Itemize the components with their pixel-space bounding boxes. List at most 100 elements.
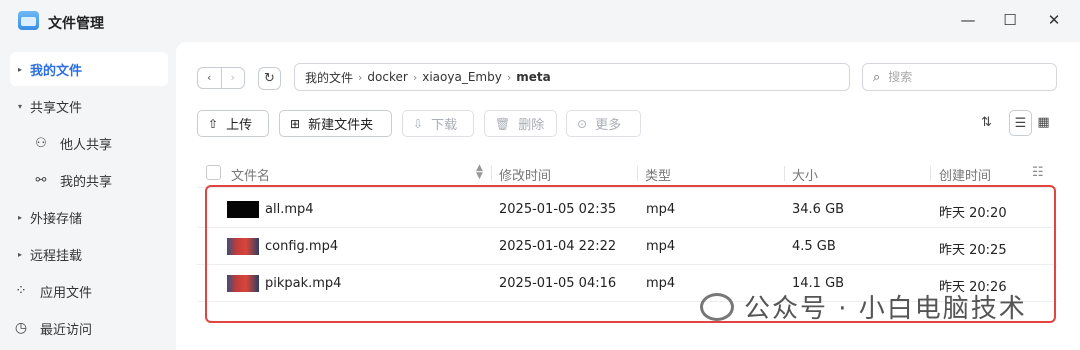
sidebar-item-external-storage[interactable]: ▸ 外接存储 bbox=[10, 200, 168, 234]
new-folder-icon: ⊞ bbox=[290, 116, 301, 131]
sidebar-item-recent[interactable]: ◷ 最近访问 bbox=[10, 311, 168, 345]
column-divider[interactable] bbox=[930, 166, 931, 181]
delete-button[interactable]: 🗑 删除 bbox=[484, 110, 557, 137]
column-header-size[interactable]: 大小 bbox=[792, 165, 818, 184]
breadcrumb-current: meta bbox=[516, 70, 551, 84]
video-thumbnail bbox=[227, 275, 259, 292]
table-header: 文件名 ▲ ▼ 修改时间 类型 大小 创建时间 ☷ bbox=[197, 160, 1057, 188]
trash-icon: 🗑 bbox=[495, 116, 511, 131]
grid-view-icon: ▦ bbox=[1037, 115, 1050, 130]
title-bar: 文件管理 — ☐ ✕ bbox=[0, 0, 1080, 42]
sidebar-item-label: 应用文件 bbox=[40, 285, 93, 301]
more-label: 更多 bbox=[595, 118, 622, 133]
sidebar-item-shared-files[interactable]: ▾ 共享文件 bbox=[10, 89, 168, 123]
video-thumbnail bbox=[227, 238, 259, 255]
download-label: 下载 bbox=[431, 118, 458, 133]
new-folder-label: 新建文件夹 bbox=[308, 118, 374, 133]
grid-view-button[interactable]: ▦ bbox=[1032, 110, 1055, 136]
search-box[interactable]: ⌕ bbox=[862, 63, 1057, 91]
file-created: 昨天 20:25 bbox=[939, 243, 1007, 258]
chevron-right-icon: ▸ bbox=[17, 212, 22, 222]
select-all-checkbox[interactable] bbox=[206, 165, 221, 180]
breadcrumb-item[interactable]: docker bbox=[367, 70, 407, 84]
upload-button[interactable]: ⇧ 上传 bbox=[197, 110, 269, 137]
minimize-button[interactable]: — bbox=[958, 10, 978, 30]
breadcrumb-item[interactable]: xiaoya_Emby bbox=[422, 70, 502, 84]
more-icon: ⊙ bbox=[577, 116, 588, 131]
close-button[interactable]: ✕ bbox=[1044, 10, 1064, 30]
video-thumbnail bbox=[227, 201, 259, 218]
sidebar-item-remote-mount[interactable]: ▸ 远程挂载 bbox=[10, 237, 168, 271]
chevron-right-icon: › bbox=[412, 70, 418, 84]
delete-label: 删除 bbox=[518, 118, 545, 133]
sort-icon: ⇅ bbox=[981, 115, 992, 130]
sidebar-item-label: 最近访问 bbox=[40, 322, 93, 338]
list-view-icon: ☰ bbox=[1014, 116, 1027, 131]
sidebar-item-label: 共享文件 bbox=[30, 100, 83, 116]
refresh-button[interactable]: ↻ bbox=[258, 67, 281, 90]
watermark-text: 公众号 · 小白电脑技术 bbox=[744, 294, 1027, 324]
file-created: 昨天 20:20 bbox=[939, 206, 1007, 221]
column-settings-icon[interactable]: ☷ bbox=[1032, 165, 1044, 180]
file-type: mp4 bbox=[646, 276, 676, 291]
file-modified: 2025-01-04 22:22 bbox=[499, 239, 617, 254]
file-name: pikpak.mp4 bbox=[265, 276, 342, 291]
file-size: 34.6 GB bbox=[792, 202, 845, 217]
forward-button[interactable]: › bbox=[220, 68, 245, 88]
new-folder-button[interactable]: ⊞ 新建文件夹 bbox=[279, 110, 392, 137]
download-icon: ⇩ bbox=[413, 116, 424, 131]
chevron-right-icon: ▸ bbox=[17, 64, 22, 74]
more-button[interactable]: ⊙ 更多 bbox=[566, 110, 641, 137]
column-header-modified[interactable]: 修改时间 bbox=[499, 165, 551, 184]
sidebar-item-my-shares[interactable]: ⚯ 我的共享 bbox=[10, 163, 168, 197]
back-button[interactable]: ‹ bbox=[198, 68, 221, 88]
maximize-button[interactable]: ☐ bbox=[1000, 10, 1020, 30]
sidebar-item-label: 我的文件 bbox=[30, 63, 83, 79]
users-icon: ⚇ bbox=[35, 135, 47, 151]
chevron-right-icon: › bbox=[358, 70, 363, 84]
refresh-icon: ↻ bbox=[264, 71, 275, 86]
chevron-right-icon: ▸ bbox=[17, 249, 22, 259]
sidebar-item-label: 我的共享 bbox=[60, 174, 113, 190]
history-nav: ‹ › bbox=[197, 67, 245, 89]
chevron-down-icon: ▾ bbox=[17, 101, 22, 111]
watermark: 公众号 · 小白电脑技术 bbox=[700, 288, 1027, 325]
table-row[interactable]: config.mp4 2025-01-04 22:22 mp4 4.5 GB 昨… bbox=[197, 228, 1057, 265]
upload-label: 上传 bbox=[226, 118, 253, 133]
download-button[interactable]: ⇩ 下载 bbox=[402, 110, 474, 137]
breadcrumb-item[interactable]: 我的文件 bbox=[305, 69, 353, 86]
sidebar-item-my-files[interactable]: ▸ 我的文件 bbox=[10, 52, 168, 86]
apps-grid-icon: ⁘ bbox=[15, 283, 27, 299]
column-divider[interactable] bbox=[784, 166, 785, 181]
search-input[interactable] bbox=[888, 70, 1039, 84]
table-row[interactable]: all.mp4 2025-01-05 02:35 mp4 34.6 GB 昨天 … bbox=[197, 191, 1057, 228]
sidebar-item-label: 外接存储 bbox=[30, 211, 83, 227]
column-header-created[interactable]: 创建时间 bbox=[939, 165, 991, 184]
sidebar-item-label: 他人共享 bbox=[60, 137, 113, 153]
column-divider[interactable] bbox=[491, 166, 492, 181]
file-manager-icon bbox=[18, 11, 39, 30]
chevron-right-icon: › bbox=[506, 70, 512, 84]
upload-icon: ⇧ bbox=[208, 116, 219, 131]
clock-icon: ◷ bbox=[14, 320, 28, 336]
sort-arrows-icon[interactable]: ▲ ▼ bbox=[476, 164, 483, 181]
app-title: 文件管理 bbox=[48, 16, 104, 32]
breadcrumb[interactable]: 我的文件 › docker › xiaoya_Emby › meta bbox=[294, 63, 850, 91]
file-modified: 2025-01-05 02:35 bbox=[499, 202, 617, 217]
file-name: config.mp4 bbox=[265, 239, 339, 254]
file-modified: 2025-01-05 04:16 bbox=[499, 276, 617, 291]
file-type: mp4 bbox=[646, 202, 676, 217]
column-divider[interactable] bbox=[637, 166, 638, 181]
sort-button[interactable]: ⇅ bbox=[975, 110, 998, 136]
sidebar-item-label: 远程挂载 bbox=[30, 248, 83, 264]
column-header-type[interactable]: 类型 bbox=[645, 165, 671, 184]
wechat-icon bbox=[700, 292, 734, 321]
sidebar-item-app-files[interactable]: ⁘ 应用文件 bbox=[10, 274, 168, 308]
column-header-name[interactable]: 文件名 bbox=[231, 165, 270, 184]
list-view-button[interactable]: ☰ bbox=[1009, 110, 1032, 136]
share-icon: ⚯ bbox=[35, 172, 47, 188]
search-icon: ⌕ bbox=[873, 69, 881, 85]
sidebar-item-shared-with-me[interactable]: ⚇ 他人共享 bbox=[10, 126, 168, 160]
file-size: 4.5 GB bbox=[792, 239, 836, 254]
file-name: all.mp4 bbox=[265, 202, 314, 217]
